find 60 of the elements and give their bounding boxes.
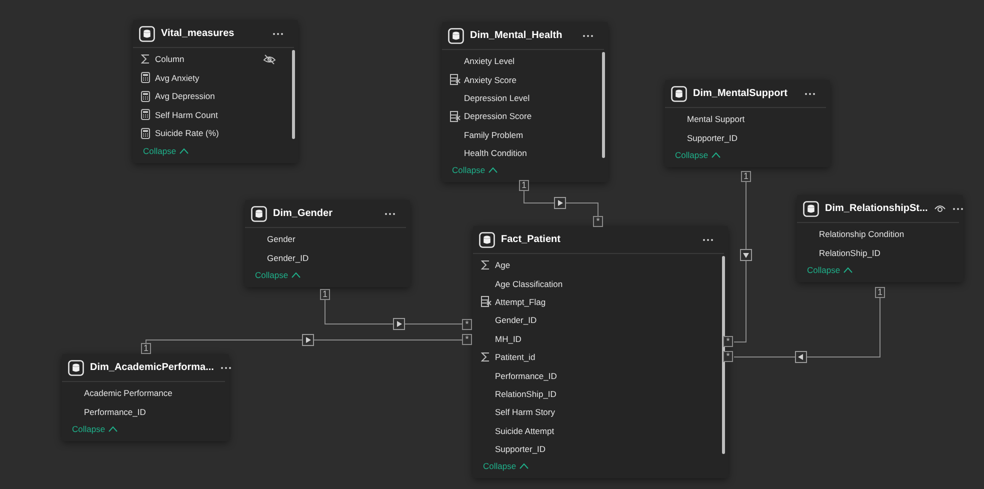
table-card[interactable]: Dim_RelationshipSt... Relationship Condition RelationShip_ID Collapse [797,195,963,282]
field-name[interactable]: Gender_ID [267,252,309,263]
table-card[interactable]: Dim_MentalSupport Mental Support Supporter_ID Collapse [665,80,830,167]
cardinality-label: * [462,334,472,345]
table-title: Dim_MentalSupport [693,88,788,99]
collapse-link[interactable]: Collapse [143,146,176,156]
cardinality-label: 1 [741,171,751,182]
cardinality-label: * [593,216,603,227]
field-name[interactable]: Anxiety Level [464,56,515,66]
field-name[interactable]: Gender_ID [495,315,537,326]
field-name[interactable]: Patitent_id [495,352,536,362]
field-name[interactable]: Self Harm Count [155,110,218,120]
collapse-link[interactable]: Collapse [255,270,288,280]
field-name[interactable]: Depression Score [464,111,532,122]
field-name[interactable]: Self Harm Story [495,407,555,418]
field-name[interactable]: Age Classification [495,278,563,289]
field-name[interactable]: Supporter_ID [687,132,738,143]
field-name[interactable]: Column [155,54,184,64]
collapse-link[interactable]: Collapse [483,461,516,472]
field-name[interactable]: Suicide Rate (%) [155,128,219,138]
cardinality-label: 1 [320,289,330,300]
collapse-link[interactable]: Collapse [807,265,840,275]
collapse-link[interactable]: Collapse [675,150,708,160]
table-title: Fact_Patient [501,234,562,245]
field-name[interactable]: Mental Support [687,114,745,124]
field-name[interactable]: Supporter_ID [495,444,546,454]
table-title: Dim_Gender [273,208,334,219]
table-card[interactable]: Dim_Mental_Health Anxiety Level Anxiety Score Depression Level Depression Score Family Problem Health Condition Collapse [442,22,608,182]
table-title: Vital_measures [161,28,236,39]
collapse-link[interactable]: Collapse [452,165,486,176]
field-name[interactable]: Family Problem [464,130,524,140]
field-name[interactable]: Relationship Condition [819,229,904,240]
field-name[interactable]: Avg Depression [155,91,215,102]
table-title: Dim_AcademicPerforma... [90,362,214,373]
field-name[interactable]: RelationShip_ID [819,248,880,258]
field-name[interactable]: RelationShip_ID [495,388,556,399]
table-card[interactable]: Dim_AcademicPerforma... Academic Performance Performance_ID Collapse [62,354,229,441]
table-card[interactable]: Vital_measures Column Avg Anxiety Avg Depression Self Harm Count Suicide Rate (%) Collapse [133,20,298,162]
field-name[interactable]: Gender [267,234,296,244]
field-name[interactable]: Age [495,260,510,270]
field-name[interactable]: Suicide Attempt [495,426,554,436]
cardinality-label: * [723,351,733,362]
field-name[interactable]: MH_ID [495,334,522,344]
field-name[interactable]: Academic Performance [84,388,172,398]
cardinality-label: * [723,336,733,347]
field-name[interactable]: Performance_ID [84,406,146,417]
field-name[interactable]: Depression Level [464,92,530,103]
table-card[interactable]: Dim_Gender Gender Gender_ID Collapse [245,200,410,287]
field-name[interactable]: Health Condition [464,148,527,158]
field-name[interactable]: Attempt_Flag [495,296,546,307]
table-title: Dim_RelationshipSt... [825,203,928,214]
cardinality-label: * [462,319,472,330]
field-name[interactable]: Anxiety Score [464,74,516,85]
cardinality-label: 1 [141,343,151,354]
field-name[interactable]: Performance_ID [495,370,557,381]
table-title: Dim_Mental_Health [470,30,564,41]
collapse-link[interactable]: Collapse [72,424,106,434]
field-name[interactable]: Avg Anxiety [155,72,200,83]
cardinality-label: 1 [519,180,529,191]
cardinality-label: 1 [875,287,885,298]
